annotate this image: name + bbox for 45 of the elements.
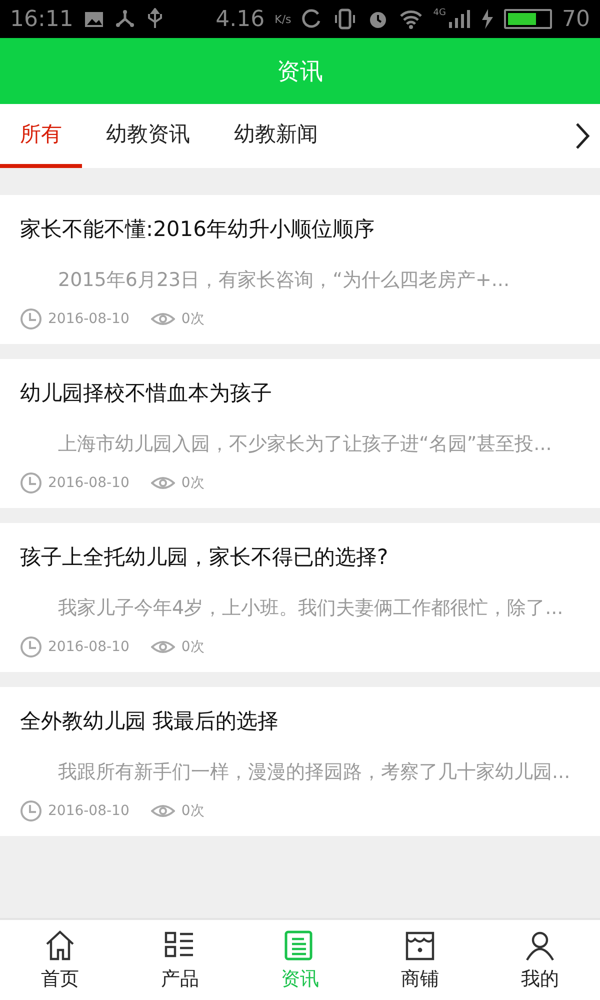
eye-icon — [151, 310, 176, 328]
clock-icon — [20, 472, 42, 494]
eye-icon — [151, 474, 176, 492]
eye-icon — [151, 802, 176, 820]
view-count: 0次 — [181, 474, 204, 492]
article-title[interactable]: 孩子上全托幼儿园，家长不得已的选择? — [20, 543, 580, 571]
publish-date: 2016-08-10 — [48, 311, 130, 327]
chevron-right-icon[interactable] — [574, 122, 590, 150]
article-title[interactable]: 全外教幼儿园 我最后的选择 — [20, 707, 580, 735]
article-title[interactable]: 家长不能不懂:2016年幼升小顺位顺序 — [20, 215, 580, 243]
clock-icon — [20, 800, 42, 822]
nav-item[interactable]: 我的 — [480, 920, 600, 1000]
charging-icon — [480, 8, 494, 30]
speed-unit: K/s — [274, 14, 292, 24]
wifi-icon — [399, 8, 424, 30]
clock-icon — [20, 308, 42, 330]
publish-date: 2016-08-10 — [48, 639, 130, 655]
share-node-icon — [115, 9, 136, 29]
tab[interactable]: 所有 — [0, 104, 82, 168]
article-summary: 我跟所有新手们一样，漫漫的择园路，考察了几十家幼儿园... — [57, 760, 572, 785]
eye-icon — [151, 638, 176, 656]
network-type: 4G — [433, 8, 446, 18]
publish-date: 2016-08-10 — [48, 803, 130, 819]
nav-item[interactable]: 首页 — [0, 920, 120, 1000]
article-summary: 我家儿子今年4岁，上小班。我们夫妻俩工作都很忙，除了... — [57, 596, 564, 621]
view-count: 0次 — [181, 638, 204, 656]
network-speed: 4.16 — [216, 6, 265, 32]
image-icon — [83, 9, 106, 29]
nav-item[interactable]: 商铺 — [360, 920, 480, 1000]
tab[interactable]: 幼教资讯 — [86, 104, 210, 168]
view-count: 0次 — [181, 802, 204, 820]
signal-icon — [448, 8, 470, 30]
battery-percent: 70 — [562, 6, 590, 32]
article-summary: 2015年6月23日，有家长咨询，“为什么四老房产+... — [57, 268, 511, 293]
vibrate-icon — [333, 8, 358, 30]
article-summary: 上海市幼儿园入园，不少家长为了让孩子进“名园”甚至投... — [57, 432, 553, 457]
publish-date: 2016-08-10 — [48, 475, 130, 491]
page-title: 资讯 — [277, 58, 323, 86]
battery-icon — [504, 9, 552, 29]
article-title[interactable]: 幼儿园择校不惜血本为孩子 — [20, 379, 580, 407]
view-count: 0次 — [181, 310, 204, 328]
status-time: 16:11 — [10, 6, 74, 32]
clock-icon — [20, 636, 42, 658]
tab[interactable]: 幼教新闻 — [214, 104, 338, 168]
nav-item[interactable]: 产品 — [120, 920, 240, 1000]
